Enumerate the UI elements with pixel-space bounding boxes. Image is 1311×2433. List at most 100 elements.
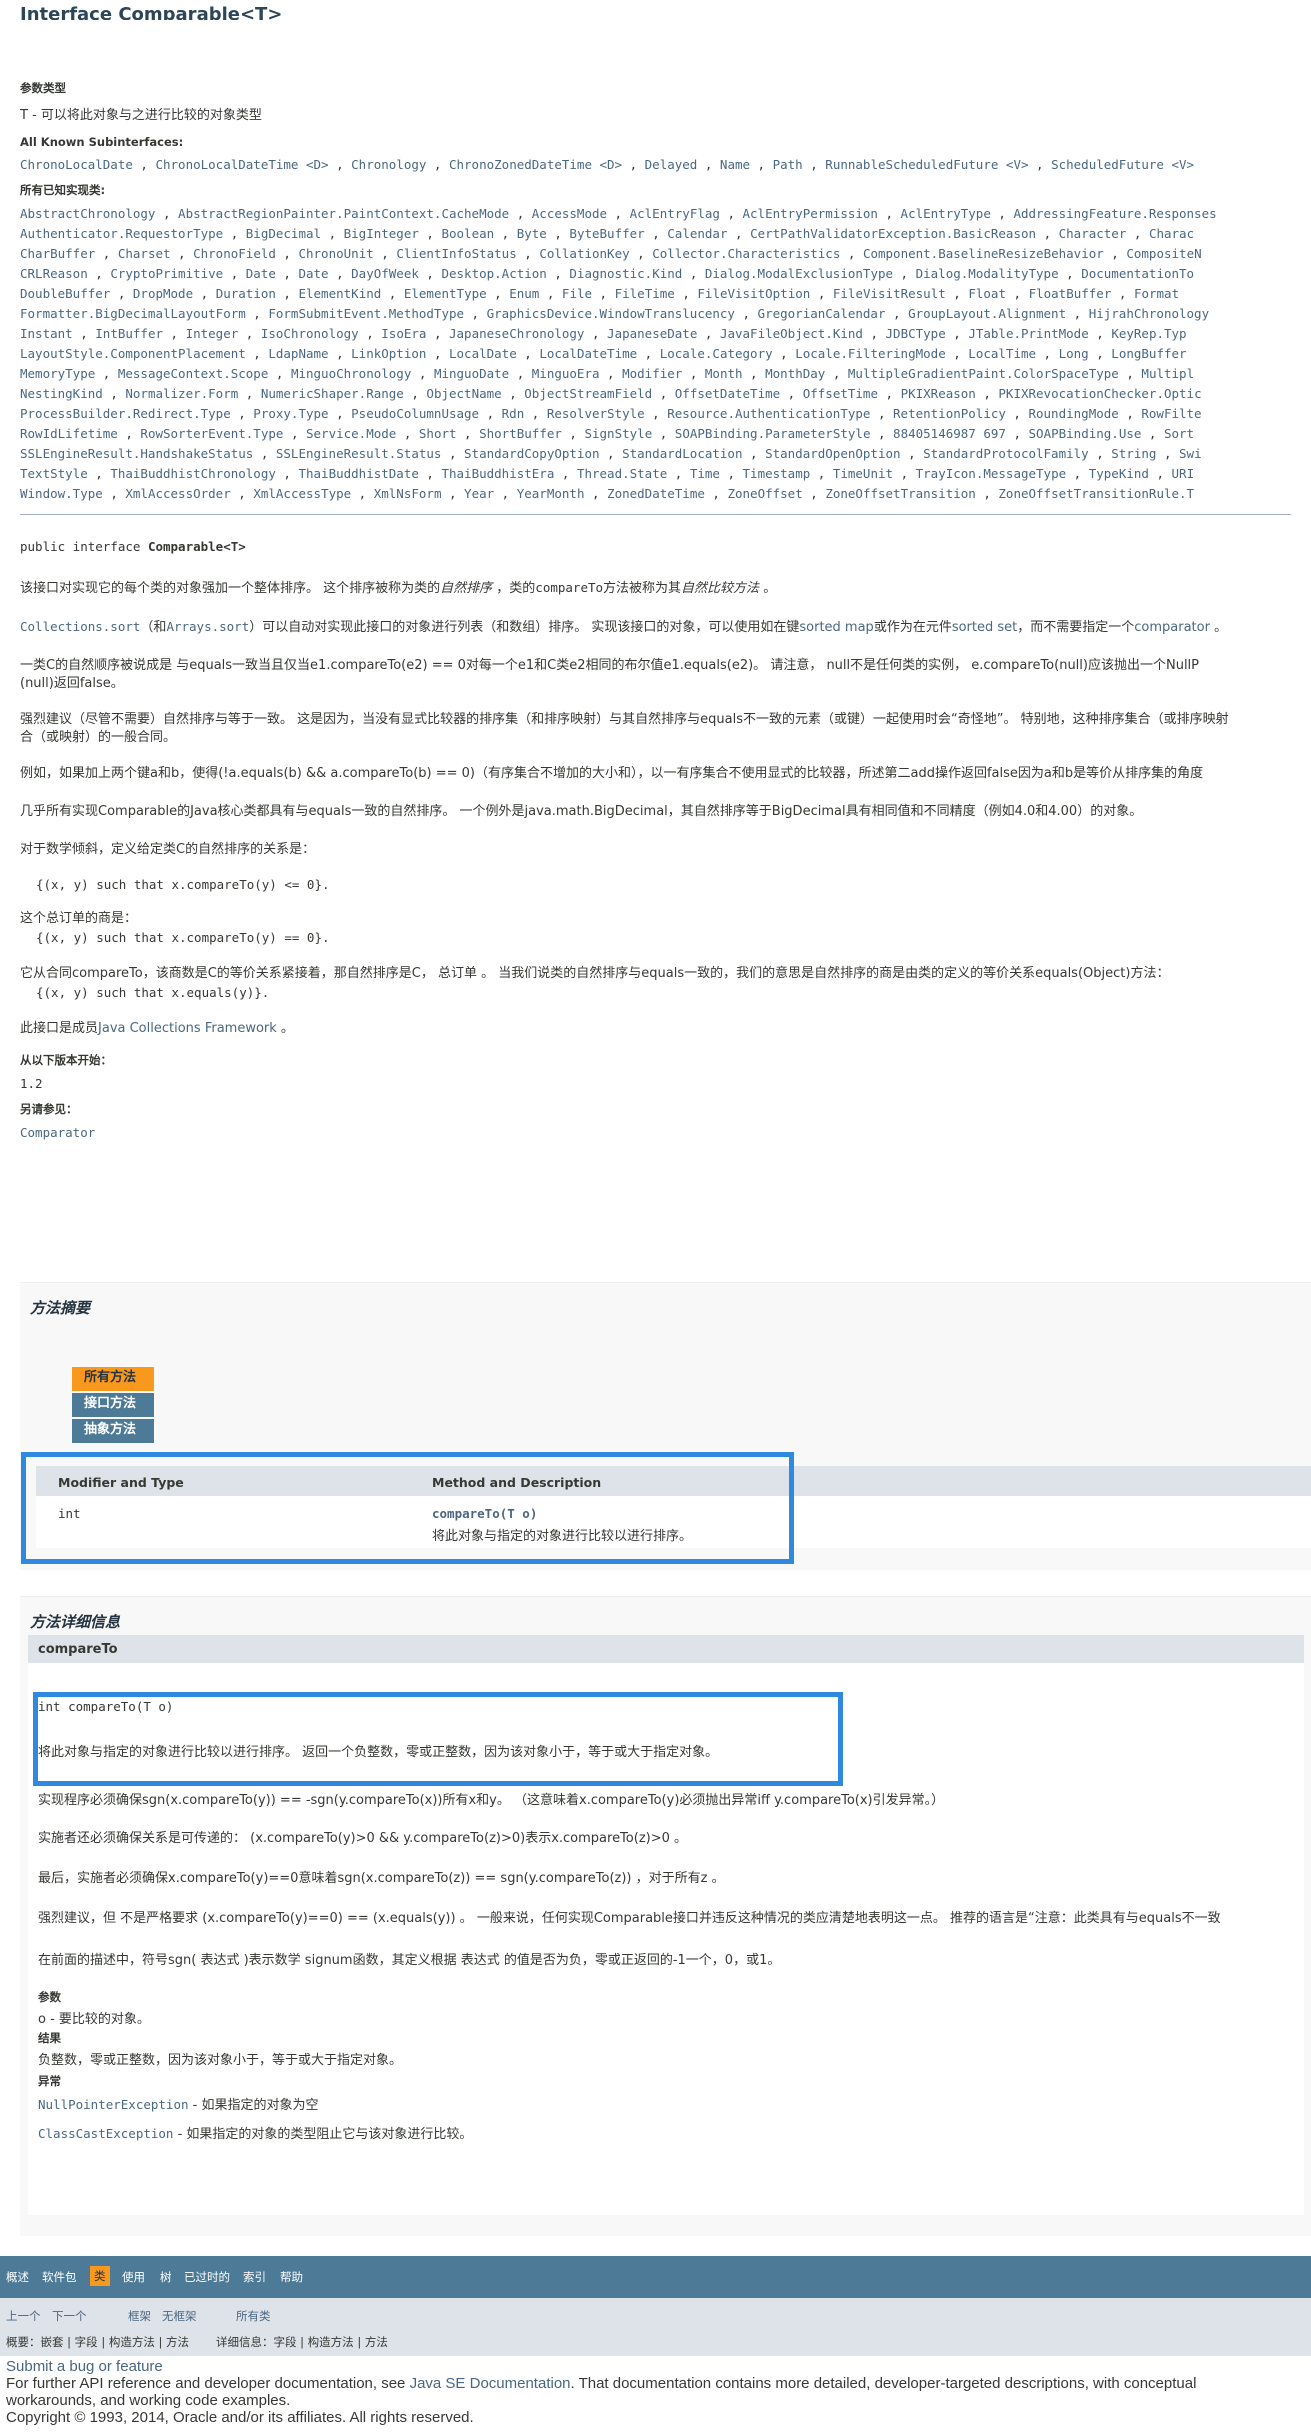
nav-overview[interactable]: 概述 [6,2269,29,2285]
implementing-class-link[interactable]: StandardCopyOption [464,446,599,461]
implementing-class-link[interactable]: AclEntryPermission [743,206,878,221]
implementing-class-link[interactable]: DocumentationTo [1081,266,1194,281]
implementing-class-link[interactable]: PseudoColumnUsage [351,406,479,421]
implementing-class-link[interactable]: KeyRep.Typ [1111,326,1186,341]
implementing-class-link[interactable]: OffsetDateTime [675,386,780,401]
implementing-class-link[interactable]: CRLReason [20,266,88,281]
implementing-class-link[interactable]: ZoneOffset [727,486,802,501]
implementing-class-link[interactable]: MonthDay [765,366,825,381]
implementing-class-link[interactable]: XmlAccessType [253,486,351,501]
implementing-class-link[interactable]: DayOfWeek [351,266,419,281]
implementing-class-link[interactable]: MinguoChronology [291,366,411,381]
implementing-class-link[interactable]: ChronoField [193,246,276,261]
implementing-class-link[interactable]: FileTime [615,286,675,301]
implementing-class-link[interactable]: JTable.PrintMode [968,326,1088,341]
implementing-class-link[interactable]: MultipleGradientPaint.ColorSpaceType [848,366,1119,381]
implementing-class-link[interactable]: Calendar [667,226,727,241]
implementing-class-link[interactable]: YearMonth [517,486,585,501]
implementing-class-link[interactable]: GregorianCalendar [758,306,886,321]
implementing-class-link[interactable]: ResolverStyle [547,406,645,421]
implementing-class-link[interactable]: ElementType [404,286,487,301]
nav-index[interactable]: 索引 [243,2269,266,2285]
implementing-class-link[interactable]: JapaneseChronology [449,326,584,341]
implementing-class-link[interactable]: Charac [1149,226,1194,241]
tab-all-methods[interactable]: 所有方法 [72,1367,154,1391]
implementing-class-link[interactable]: Enum [509,286,539,301]
implementing-class-link[interactable]: Year [464,486,494,501]
nav-package[interactable]: 软件包 [42,2269,77,2285]
implementing-class-link[interactable]: SSLEngineResult.Status [276,446,442,461]
implementing-class-link[interactable]: StandardLocation [622,446,742,461]
implementing-class-link[interactable]: Long [1059,346,1089,361]
implementing-class-link[interactable]: CollationKey [539,246,629,261]
implementing-class-link[interactable]: SSLEngineResult.HandshakeStatus [20,446,253,461]
implementing-class-link[interactable]: Thread.State [577,466,667,481]
implementing-class-link[interactable]: Collector.Characteristics [652,246,840,261]
frames-link[interactable]: 框架 [128,2308,151,2324]
implementing-class-link[interactable]: SOAPBinding.Use [1029,426,1142,441]
implementing-class-link[interactable]: IsoEra [381,326,426,341]
subinterface-link[interactable]: ChronoLocalDate [20,157,133,172]
implementing-class-link[interactable]: ZoneOffsetTransitionRule.T [998,486,1194,501]
implementing-class-link[interactable]: Proxy.Type [253,406,328,421]
implementing-class-link[interactable]: LocalTime [968,346,1036,361]
implementing-class-link[interactable]: Month [705,366,743,381]
collections-sort-link[interactable]: Collections.sort [20,619,140,634]
noframes-link[interactable]: 无框架 [162,2308,197,2324]
implementing-class-link[interactable]: FileVisitResult [833,286,946,301]
implementing-class-link[interactable]: Timestamp [743,466,811,481]
sorted-map-link[interactable]: sorted map [799,620,873,635]
implementing-class-link[interactable]: Time [690,466,720,481]
implementing-class-link[interactable]: String [1111,446,1156,461]
implementing-class-link[interactable]: PKIXRevocationChecker.Optic [998,386,1201,401]
implementing-class-link[interactable]: ElementKind [298,286,381,301]
implementing-class-link[interactable]: RowFilte [1141,406,1201,421]
implementing-class-link[interactable]: Desktop.Action [441,266,546,281]
implementing-class-link[interactable]: RowSorterEvent.Type [140,426,283,441]
implementing-class-link[interactable]: Locale.Category [660,346,773,361]
implementing-class-link[interactable]: MinguoDate [434,366,509,381]
implementing-class-link[interactable]: Authenticator.RequestorType [20,226,223,241]
prev-class-link[interactable]: 上一个 [6,2308,41,2324]
implementing-class-link[interactable]: LocalDateTime [539,346,637,361]
implementing-class-link[interactable]: TrayIcon.MessageType [916,466,1067,481]
sorted-set-link[interactable]: sorted set [952,620,1017,635]
implementing-class-link[interactable]: RetentionPolicy [893,406,1006,421]
implementing-class-link[interactable]: XmlAccessOrder [125,486,230,501]
implementing-class-link[interactable]: ZonedDateTime [607,486,705,501]
implementing-class-link[interactable]: CryptoPrimitive [110,266,223,281]
implementing-class-link[interactable]: Charset [118,246,171,261]
implementing-class-link[interactable]: AccessMode [532,206,607,221]
implementing-class-link[interactable]: OffsetTime [803,386,878,401]
implementing-class-link[interactable]: Integer [186,326,239,341]
implementing-class-link[interactable]: Locale.FilteringMode [795,346,946,361]
implementing-class-link[interactable]: SignStyle [584,426,652,441]
subinterface-link[interactable]: ChronoLocalDateTime <D> [155,157,328,172]
comparator-link-inline[interactable]: comparator [1134,620,1210,635]
implementing-class-link[interactable]: NestingKind [20,386,103,401]
implementing-class-link[interactable]: Date [298,266,328,281]
implementing-class-link[interactable]: NumericShaper.Range [261,386,404,401]
comparator-link[interactable]: Comparator [20,1125,1291,1140]
implementing-class-link[interactable]: Byte [517,226,547,241]
implementing-class-link[interactable]: ThaiBuddhistChronology [110,466,276,481]
implementing-class-link[interactable]: JapaneseDate [607,326,697,341]
implementing-class-link[interactable]: ZoneOffsetTransition [825,486,976,501]
implementing-class-link[interactable]: ChronoUnit [298,246,373,261]
subinterface-link[interactable]: Delayed [645,157,698,172]
implementing-class-link[interactable]: CertPathValidatorException.BasicReason [750,226,1036,241]
implementing-class-link[interactable]: Dialog.ModalityType [916,266,1059,281]
implementing-class-link[interactable]: Sort [1164,426,1194,441]
implementing-class-link[interactable]: LdapName [268,346,328,361]
implementing-class-link[interactable]: Modifier [622,366,682,381]
implementing-class-link[interactable]: Instant [20,326,73,341]
subinterface-link[interactable]: RunnableScheduledFuture <V> [825,157,1028,172]
implementing-class-link[interactable]: LinkOption [351,346,426,361]
implementing-class-link[interactable]: Duration [216,286,276,301]
implementing-class-link[interactable]: ShortBuffer [479,426,562,441]
implementing-class-link[interactable]: Diagnostic.Kind [569,266,682,281]
implementing-class-link[interactable]: MemoryType [20,366,95,381]
implementing-class-link[interactable]: 88405146987 697 [893,426,1006,441]
implementing-class-link[interactable]: Rdn [502,406,525,421]
implementing-class-link[interactable]: AclEntryType [901,206,991,221]
